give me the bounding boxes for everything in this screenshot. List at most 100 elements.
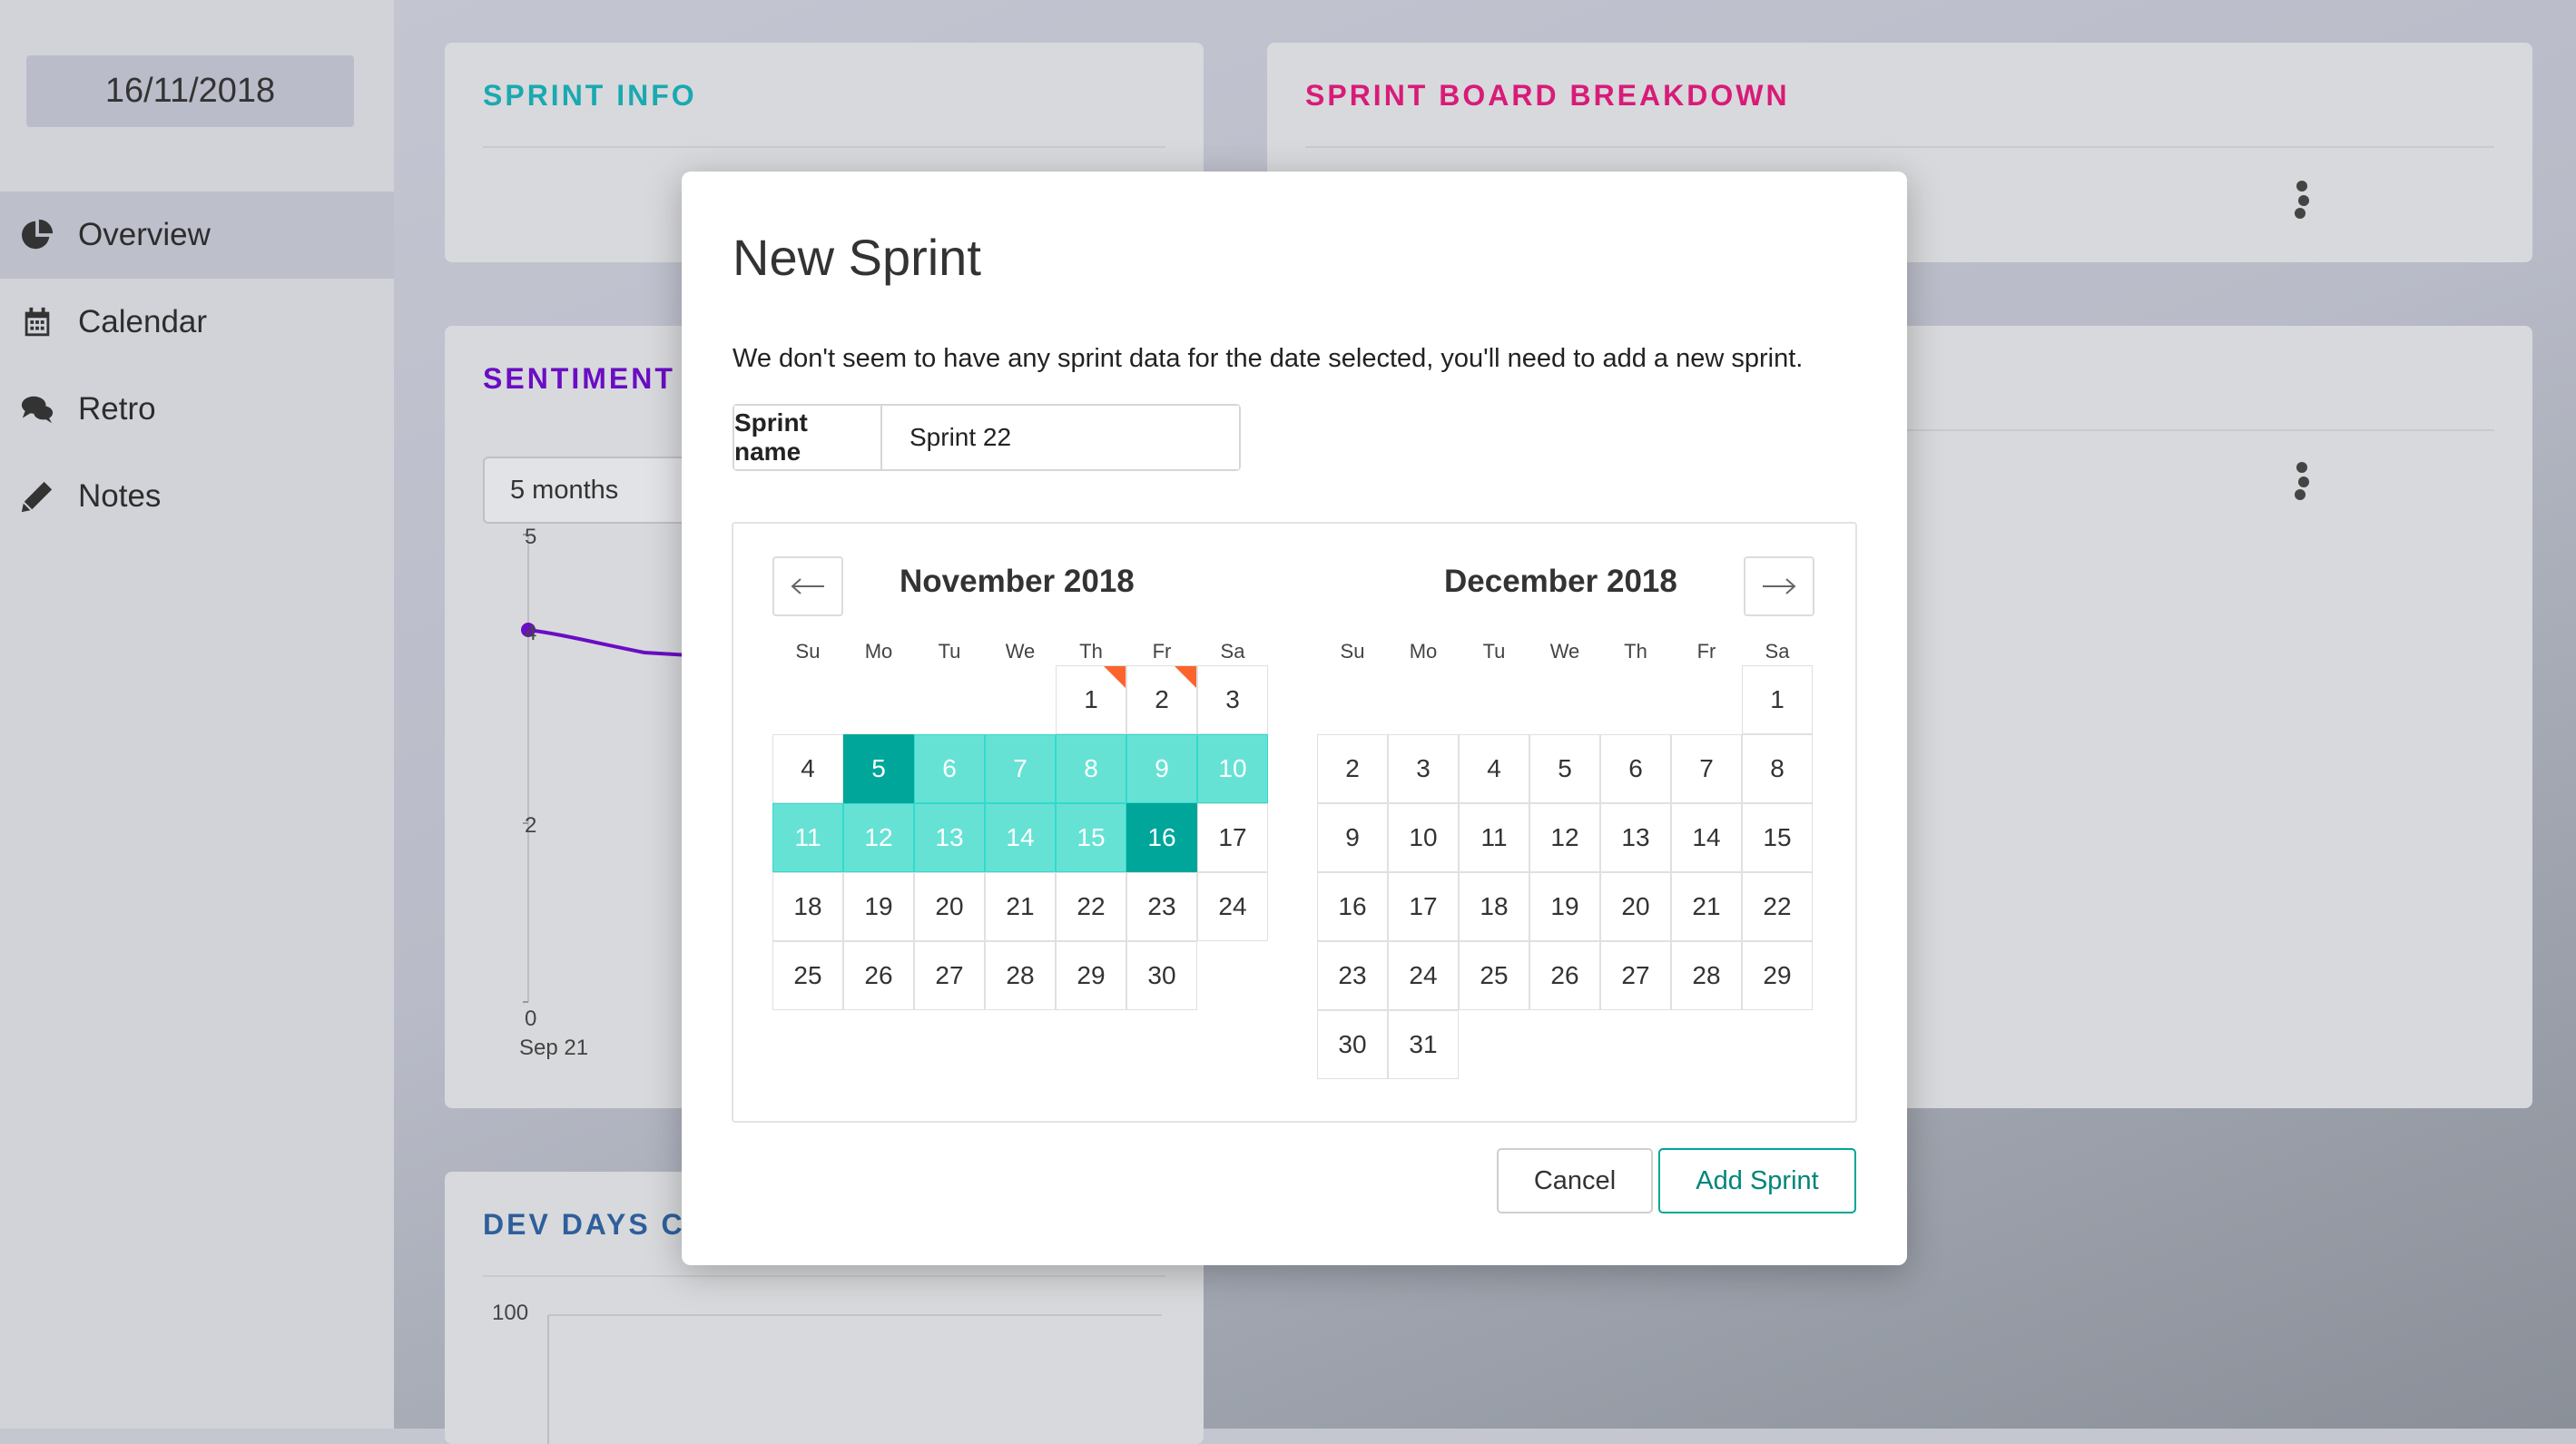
sprint-name-input[interactable] (882, 406, 1239, 469)
x-tick-label: Sep 21 (519, 1036, 589, 1060)
sidebar-item-overview[interactable]: Overview (0, 192, 394, 279)
calendar-day[interactable]: 22 (1742, 872, 1813, 941)
calendar-day[interactable]: 17 (1197, 803, 1268, 872)
weekday-label: Th (1079, 640, 1103, 663)
weekday-label: Th (1624, 640, 1647, 663)
calendar-day[interactable]: 5 (1529, 734, 1600, 803)
calendar-day[interactable]: 15 (1742, 803, 1813, 872)
sidebar: 16/11/2018 Overview Calendar Retro Notes (0, 0, 394, 1429)
calendar-day[interactable]: 6 (914, 734, 985, 803)
card-title: SENTIMENT (483, 362, 675, 395)
y-tick-label: 0 (525, 1007, 537, 1031)
cancel-button[interactable]: Cancel (1497, 1148, 1653, 1213)
weekday-label: Mo (864, 640, 893, 663)
weekday-label: Su (1340, 640, 1365, 663)
calendar-day[interactable]: 30 (1126, 941, 1197, 1010)
calendar-day[interactable]: 10 (1388, 803, 1459, 872)
calendar-day[interactable]: 15 (1056, 803, 1126, 872)
calendar-day[interactable]: 26 (1529, 941, 1600, 1010)
calendar-day[interactable]: 7 (1671, 734, 1742, 803)
calendar-day[interactable]: 21 (1671, 872, 1742, 941)
sidebar-nav: Overview Calendar Retro Notes (0, 192, 394, 540)
calendar-day[interactable]: 24 (1388, 941, 1459, 1010)
calendar-day[interactable]: 23 (1317, 941, 1388, 1010)
y-tick-label: 2 (525, 813, 537, 838)
sidebar-item-retro[interactable]: Retro (0, 366, 394, 453)
calendar-day[interactable]: 5 (843, 734, 914, 803)
divider (483, 1275, 1165, 1277)
calendar-day[interactable]: 11 (772, 803, 843, 872)
weekday-label: Fr (1696, 640, 1716, 663)
calendar-day[interactable]: 6 (1600, 734, 1671, 803)
modal-title: New Sprint (732, 229, 981, 286)
calendar-day[interactable]: 8 (1056, 734, 1126, 803)
calendar-day[interactable]: 20 (914, 872, 985, 941)
calendar-day[interactable]: 13 (1600, 803, 1671, 872)
calendar-day[interactable]: 7 (985, 734, 1056, 803)
calendar-day[interactable]: 1 (1742, 665, 1813, 734)
calendar-day[interactable]: 20 (1600, 872, 1671, 941)
calendar-day[interactable]: 12 (1529, 803, 1600, 872)
loading-dots-icon (2293, 462, 2309, 502)
calendar-day[interactable]: 25 (772, 941, 843, 1010)
weekday-label: Fr (1152, 640, 1172, 663)
calendar-day[interactable]: 19 (843, 872, 914, 941)
calendar-day[interactable]: 1 (1056, 665, 1126, 734)
dev-days-chart (547, 1314, 1162, 1444)
marker-triangle-icon (1175, 666, 1196, 688)
calendar-day[interactable]: 10 (1197, 734, 1268, 803)
calendar-day[interactable]: 28 (1671, 941, 1742, 1010)
calendar-day[interactable]: 18 (1459, 872, 1529, 941)
calendar-day[interactable]: 26 (843, 941, 914, 1010)
calendar-day[interactable]: 12 (843, 803, 914, 872)
weekday-label: Su (795, 640, 821, 663)
sidebar-item-calendar[interactable]: Calendar (0, 279, 394, 366)
calendar-day[interactable]: 2 (1126, 665, 1197, 734)
calendar-day[interactable]: 29 (1742, 941, 1813, 1010)
calendar-day[interactable]: 29 (1056, 941, 1126, 1010)
prev-month-button[interactable] (772, 556, 843, 616)
calendar-day[interactable]: 27 (914, 941, 985, 1010)
calendar-day[interactable]: 27 (1600, 941, 1671, 1010)
weekday-label: We (1549, 640, 1580, 663)
calendar-day[interactable]: 18 (772, 872, 843, 941)
calendar-day[interactable]: 4 (1459, 734, 1529, 803)
calendar-day[interactable]: 14 (985, 803, 1056, 872)
calendar-day[interactable]: 28 (985, 941, 1056, 1010)
add-sprint-button[interactable]: Add Sprint (1658, 1148, 1856, 1213)
sprint-name-label: Sprint name (734, 406, 882, 469)
modal-message: We don't seem to have any sprint data fo… (732, 344, 1804, 373)
calendar-day[interactable]: 16 (1317, 872, 1388, 941)
calendar-day[interactable]: 19 (1529, 872, 1600, 941)
month-title-december: December 2018 (1444, 564, 1677, 599)
current-date[interactable]: 16/11/2018 (26, 55, 354, 127)
divider (1305, 146, 2494, 148)
calendar-day[interactable]: 16 (1126, 803, 1197, 872)
calendar-day[interactable]: 9 (1126, 734, 1197, 803)
new-sprint-modal: New Sprint We don't seem to have any spr… (682, 172, 1907, 1265)
calendar-day[interactable]: 2 (1317, 734, 1388, 803)
calendar-day[interactable]: 8 (1742, 734, 1813, 803)
calendar-day[interactable]: 23 (1126, 872, 1197, 941)
calendar-day[interactable]: 9 (1317, 803, 1388, 872)
calendar-day[interactable]: 22 (1056, 872, 1126, 941)
weekday-label: Sa (1220, 640, 1245, 663)
calendar-day[interactable]: 17 (1388, 872, 1459, 941)
sidebar-item-notes[interactable]: Notes (0, 453, 394, 540)
calendar-day[interactable]: 25 (1459, 941, 1529, 1010)
calendar-day[interactable]: 14 (1671, 803, 1742, 872)
calendar-day[interactable]: 4 (772, 734, 843, 803)
calendar-day[interactable]: 21 (985, 872, 1056, 941)
y-tick-label: 100 (492, 1301, 529, 1325)
weekday-label: We (1005, 640, 1036, 663)
calendar-day[interactable]: 24 (1197, 872, 1268, 941)
sidebar-item-label: Retro (78, 391, 156, 427)
calendar-day[interactable]: 3 (1197, 665, 1268, 734)
calendar-day[interactable]: 3 (1388, 734, 1459, 803)
range-select[interactable]: 5 months (483, 457, 692, 524)
calendar-day[interactable]: 11 (1459, 803, 1529, 872)
calendar-day[interactable]: 13 (914, 803, 985, 872)
calendar-day[interactable]: 31 (1388, 1010, 1459, 1079)
calendar-day[interactable]: 30 (1317, 1010, 1388, 1079)
next-month-button[interactable] (1744, 556, 1814, 616)
